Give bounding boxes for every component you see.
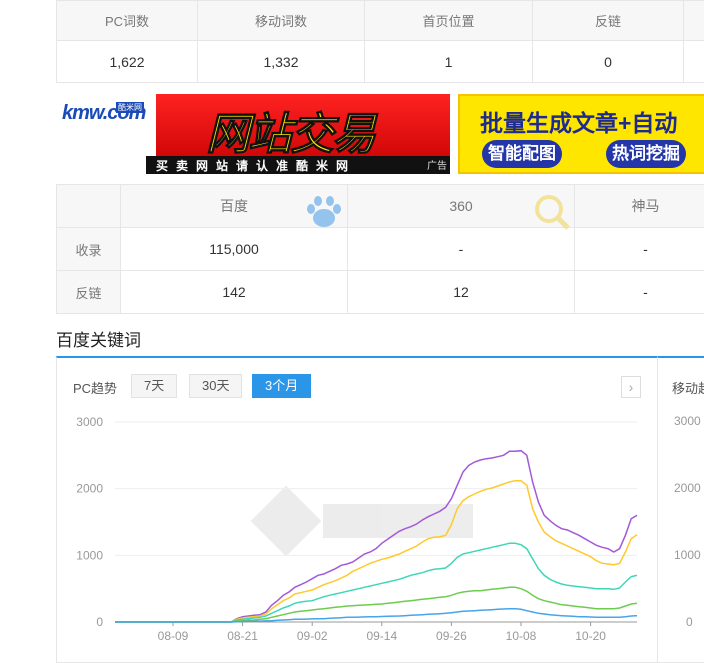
x-tick-label: 09-14 xyxy=(366,629,397,643)
stats-header-pc-words: PC词数 xyxy=(56,0,198,41)
kmw-ad-subtitle: 买卖网站请认准酷米网 xyxy=(156,159,357,173)
engine-cell-shenma: - xyxy=(574,270,704,314)
baidu-paw-icon xyxy=(301,193,347,232)
engine-header-empty xyxy=(56,184,121,228)
y-tick-label: 1000 xyxy=(76,548,103,562)
stats-header-extra xyxy=(683,0,704,41)
mobile-y-tick: 2000 xyxy=(674,481,701,495)
stats-value-home-position: 1 xyxy=(364,40,533,83)
stats-value-pc-words: 1,622 xyxy=(56,40,198,83)
article-ad-title: 批量生成文章+自动 xyxy=(480,110,678,136)
stats-table: PC词数 移动词数 首页位置 反链 1,622 1,332 1 0 xyxy=(56,0,704,83)
article-generator-ad-banner[interactable]: 批量生成文章+自动 智能配图 热词挖掘 xyxy=(458,94,704,174)
y-tick-label: 3000 xyxy=(76,415,103,429)
engine-cell-baidu: 115,000 xyxy=(120,227,348,271)
section-title: 百度关键词 xyxy=(56,331,141,350)
mobile-y-tick: 1000 xyxy=(674,548,701,562)
x-tick-label: 10-08 xyxy=(506,629,537,643)
engine-stats-table: 百度 360 神马 收录 115,000 - - 反链 142 12 - xyxy=(56,184,704,314)
x-tick-label: 08-21 xyxy=(227,629,258,643)
watermark-logo xyxy=(250,485,473,557)
y-tick-label: 2000 xyxy=(76,482,103,496)
kmw-logo-area: kmw.com 酷米网 xyxy=(56,94,156,174)
so360-search-icon xyxy=(532,193,572,234)
engine-header-360: 360 xyxy=(347,184,575,230)
x-tick-label: 10-20 xyxy=(575,629,606,643)
stats-value-row: 1,622 1,332 1 0 xyxy=(56,40,704,83)
mobile-y-tick: 0 xyxy=(686,615,693,629)
x-tick-label: 09-02 xyxy=(297,629,328,643)
smart-image-button[interactable]: 智能配图 xyxy=(482,140,562,168)
pc-trend-label: PC趋势 xyxy=(73,381,118,396)
engine-header-shenma: 神马 xyxy=(574,184,704,228)
engine-cell-shenma: - xyxy=(574,227,704,271)
x-tick-label: 08-09 xyxy=(158,629,189,643)
y-tick-label: 0 xyxy=(96,615,103,629)
range-30d-button[interactable]: 30天 xyxy=(189,374,243,398)
stats-header-row: PC词数 移动词数 首页位置 反链 xyxy=(56,0,704,41)
ad-label: 广告 xyxy=(427,161,447,172)
engine-cell-baidu: 142 xyxy=(120,270,348,314)
kmw-ad-title: 网站交易 xyxy=(206,110,377,160)
engine-row-label: 收录 xyxy=(56,227,121,271)
stats-header-home-position: 首页位置 xyxy=(364,0,533,41)
range-7d-button[interactable]: 7天 xyxy=(131,374,178,398)
series-line-2 xyxy=(115,479,638,623)
kmw-logo-sub: 酷米网 xyxy=(116,102,144,113)
engine-cell-360: 12 xyxy=(347,270,575,314)
chevron-right-icon[interactable]: › xyxy=(621,376,641,398)
engine-header-baidu: 百度 xyxy=(120,184,348,228)
stats-header-mobile-words: 移动词数 xyxy=(197,0,365,41)
engine-header-row: 百度 360 神马 xyxy=(56,184,704,230)
kmw-ad-banner[interactable]: kmw.com 酷米网 网站交易 买卖网站请认准酷米网 广告 xyxy=(56,94,450,174)
mobile-y-tick: 3000 xyxy=(674,414,701,428)
stats-value-mobile-words: 1,332 xyxy=(197,40,365,83)
series-line-5 xyxy=(115,607,638,623)
x-tick-label: 09-26 xyxy=(436,629,467,643)
stats-value-extra xyxy=(683,40,704,83)
pc-trend-chart: 0 1000 2000 3000 08-09 08-21 09-02 09-14 09-26 1… xyxy=(76,415,638,643)
engine-header-360-label: 360 xyxy=(449,198,473,214)
hot-word-button[interactable]: 热词挖掘 xyxy=(606,140,686,168)
range-3m-button[interactable]: 3个月 xyxy=(252,374,312,398)
engine-row-backlinks: 反链 142 12 - xyxy=(56,270,704,314)
pc-trend-panel: PC趋势 7天 30天 3个月 › 0 1000 2000 3000 08-09 08-… xyxy=(56,356,658,663)
engine-header-baidu-label: 百度 xyxy=(220,198,248,214)
stats-header-backlinks: 反链 xyxy=(532,0,684,41)
stats-value-backlinks: 0 xyxy=(532,40,684,83)
engine-row-label: 反链 xyxy=(56,270,121,314)
mobile-trend-label: 移动趋势 xyxy=(672,381,704,396)
mobile-trend-panel: 移动趋势 3000 2000 1000 0 xyxy=(657,356,704,663)
engine-row-indexed: 收录 115,000 - - xyxy=(56,227,704,271)
